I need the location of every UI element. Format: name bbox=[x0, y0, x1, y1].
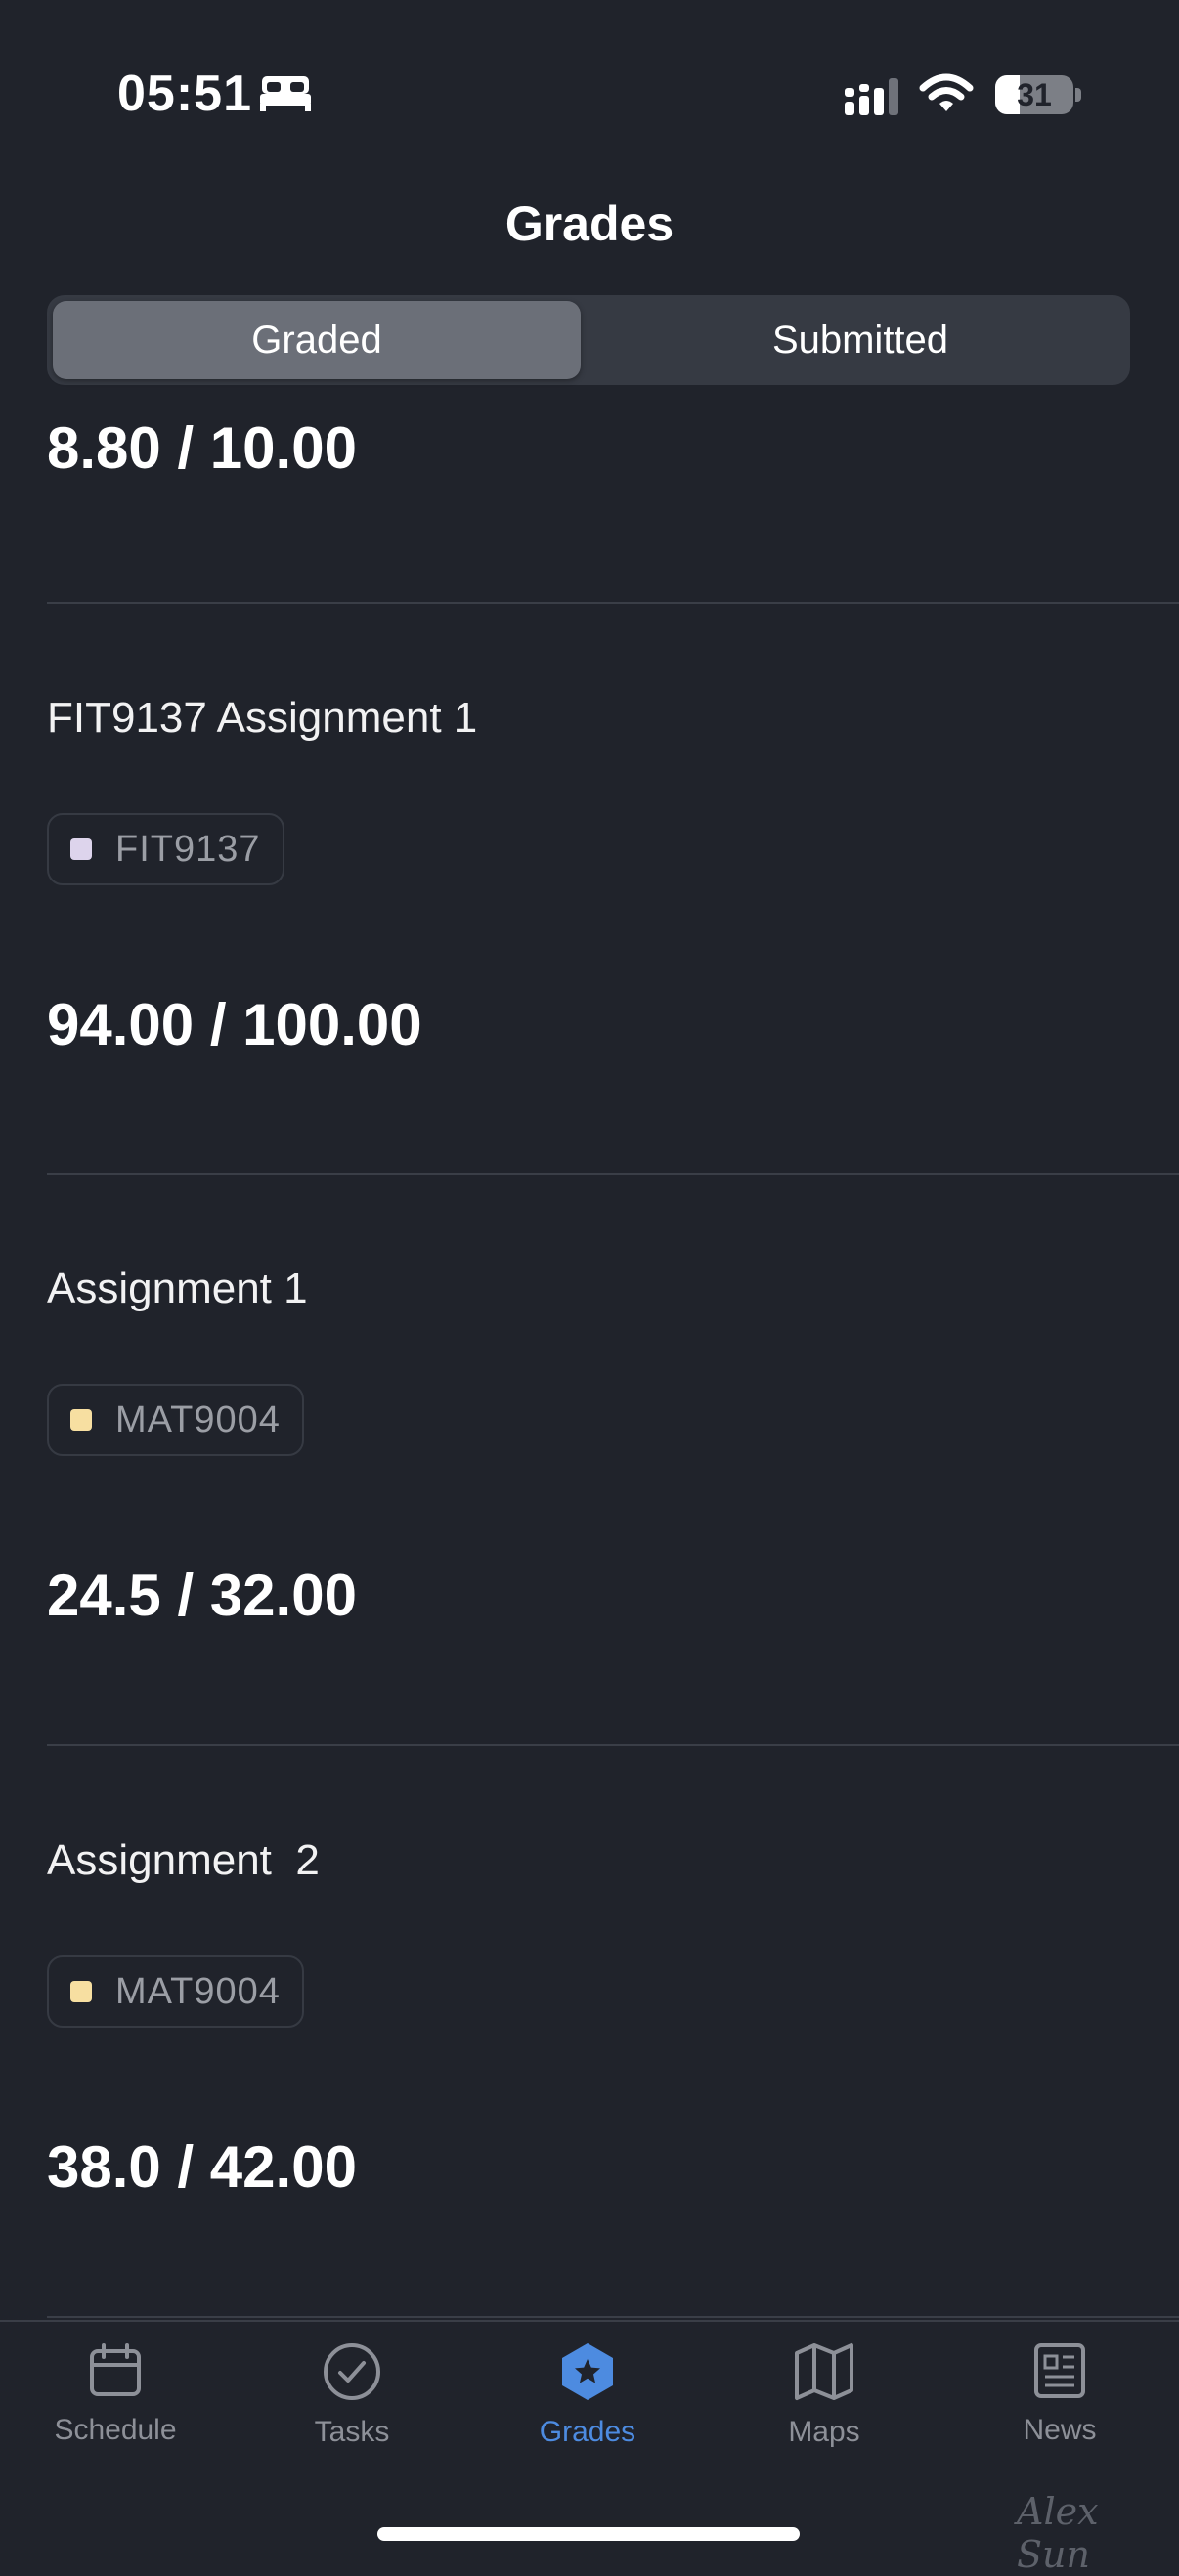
grade-score: 8.80 / 10.00 bbox=[47, 415, 357, 481]
tab-label: News bbox=[1023, 2414, 1097, 2446]
grade-item-title: Assignment 2 bbox=[47, 1836, 320, 1884]
unit-color-dot bbox=[70, 1981, 92, 2002]
unit-tag-label: MAT9004 bbox=[115, 1398, 281, 1440]
segment-graded[interactable]: Graded bbox=[53, 301, 581, 379]
tab-label: Grades bbox=[539, 2416, 636, 2448]
unit-tag-label: FIT9137 bbox=[115, 828, 261, 870]
tab-schedule[interactable]: Schedule bbox=[18, 2341, 213, 2488]
unit-tag: MAT9004 bbox=[47, 1384, 304, 1456]
grade-score: 94.00 / 100.00 bbox=[47, 992, 422, 1057]
star-hexagon-icon bbox=[562, 2343, 613, 2400]
grade-list-item[interactable]: Assignment 2 MAT9004 38.0 / 42.00 bbox=[0, 1746, 1179, 2317]
grade-list-item[interactable]: FIT9137 Assignment 1 FIT9137 94.00 / 100… bbox=[0, 604, 1179, 1175]
tab-grades[interactable]: Grades bbox=[490, 2341, 685, 2488]
status-time: 05:51 bbox=[117, 65, 252, 122]
list-divider bbox=[47, 2316, 1179, 2318]
tab-maps[interactable]: Maps bbox=[726, 2341, 922, 2488]
grade-list-item[interactable]: Assignment 1 MAT9004 24.5 / 32.00 bbox=[0, 1175, 1179, 1745]
grade-score: 24.5 / 32.00 bbox=[47, 1563, 357, 1628]
calendar-icon bbox=[90, 2343, 141, 2396]
tab-news[interactable]: News bbox=[962, 2341, 1157, 2488]
checkmark-circle-icon bbox=[324, 2343, 380, 2400]
signature-watermark: Alex Sun bbox=[1017, 2490, 1099, 2576]
cellular-signal-icon bbox=[843, 76, 903, 122]
unit-color-dot bbox=[70, 838, 92, 860]
status-bar: 05:51 31 bbox=[0, 0, 1179, 195]
map-icon bbox=[795, 2343, 853, 2400]
segmented-control: Graded Submitted bbox=[47, 295, 1130, 385]
tab-tasks[interactable]: Tasks bbox=[254, 2341, 450, 2488]
unit-tag-label: MAT9004 bbox=[115, 1970, 281, 2012]
grade-item-title: FIT9137 Assignment 1 bbox=[47, 694, 478, 742]
tab-label: Tasks bbox=[314, 2416, 390, 2448]
segment-submitted[interactable]: Submitted bbox=[596, 301, 1124, 379]
wifi-icon bbox=[919, 72, 974, 120]
unit-color-dot bbox=[70, 1409, 92, 1431]
grade-score: 38.0 / 42.00 bbox=[47, 2134, 357, 2200]
tab-label: Schedule bbox=[54, 2414, 177, 2446]
grades-list[interactable]: 8.80 / 10.00 FIT9137 Assignment 1 FIT913… bbox=[0, 391, 1179, 2321]
tab-label: Maps bbox=[788, 2416, 860, 2448]
newspaper-icon bbox=[1034, 2343, 1085, 2398]
unit-tag: FIT9137 bbox=[47, 813, 284, 885]
page-title: Grades bbox=[504, 196, 675, 251]
battery-level: 31 bbox=[1017, 77, 1052, 112]
sleep-focus-icon bbox=[258, 74, 313, 118]
battery-indicator: 31 bbox=[995, 75, 1073, 114]
battery-cap bbox=[1075, 88, 1081, 102]
unit-tag: MAT9004 bbox=[47, 1955, 304, 2028]
home-indicator[interactable] bbox=[377, 2527, 800, 2541]
grade-item-title: Assignment 1 bbox=[47, 1265, 308, 1312]
